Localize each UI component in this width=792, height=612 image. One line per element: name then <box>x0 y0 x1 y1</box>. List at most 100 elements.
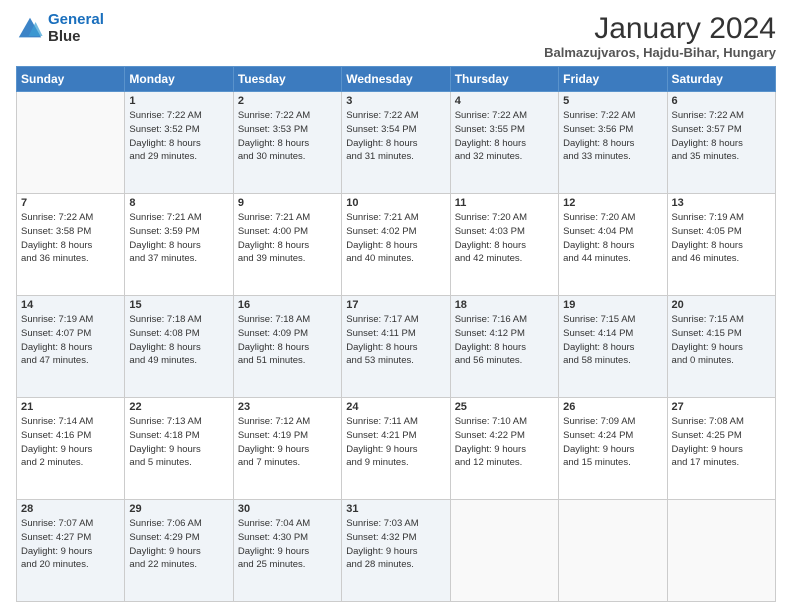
day-header-wednesday: Wednesday <box>342 67 450 92</box>
day-number: 5 <box>563 95 662 107</box>
day-info: Sunrise: 7:11 AMSunset: 4:21 PMDaylight:… <box>346 415 445 470</box>
day-info: Sunrise: 7:22 AMSunset: 3:58 PMDaylight:… <box>21 211 120 266</box>
week-row-2: 14 Sunrise: 7:19 AMSunset: 4:07 PMDaylig… <box>17 296 776 398</box>
logo-line2: Blue <box>48 29 104 46</box>
day-number: 27 <box>672 401 771 413</box>
day-info: Sunrise: 7:07 AMSunset: 4:27 PMDaylight:… <box>21 517 120 572</box>
calendar-cell: 22 Sunrise: 7:13 AMSunset: 4:18 PMDaylig… <box>125 398 233 500</box>
day-info: Sunrise: 7:14 AMSunset: 4:16 PMDaylight:… <box>21 415 120 470</box>
calendar-cell: 14 Sunrise: 7:19 AMSunset: 4:07 PMDaylig… <box>17 296 125 398</box>
day-info: Sunrise: 7:22 AMSunset: 3:56 PMDaylight:… <box>563 109 662 164</box>
day-number: 10 <box>346 197 445 209</box>
day-info: Sunrise: 7:22 AMSunset: 3:52 PMDaylight:… <box>129 109 228 164</box>
calendar-cell: 31 Sunrise: 7:03 AMSunset: 4:32 PMDaylig… <box>342 500 450 602</box>
week-row-3: 21 Sunrise: 7:14 AMSunset: 4:16 PMDaylig… <box>17 398 776 500</box>
calendar-cell <box>667 500 775 602</box>
calendar-header-row: SundayMondayTuesdayWednesdayThursdayFrid… <box>17 67 776 92</box>
day-info: Sunrise: 7:15 AMSunset: 4:14 PMDaylight:… <box>563 313 662 368</box>
day-number: 31 <box>346 503 445 515</box>
day-header-saturday: Saturday <box>667 67 775 92</box>
day-number: 30 <box>238 503 337 515</box>
day-info: Sunrise: 7:21 AMSunset: 3:59 PMDaylight:… <box>129 211 228 266</box>
calendar-cell: 4 Sunrise: 7:22 AMSunset: 3:55 PMDayligh… <box>450 92 558 194</box>
day-number: 4 <box>455 95 554 107</box>
day-info: Sunrise: 7:20 AMSunset: 4:03 PMDaylight:… <box>455 211 554 266</box>
day-info: Sunrise: 7:20 AMSunset: 4:04 PMDaylight:… <box>563 211 662 266</box>
calendar-cell: 3 Sunrise: 7:22 AMSunset: 3:54 PMDayligh… <box>342 92 450 194</box>
calendar-cell: 23 Sunrise: 7:12 AMSunset: 4:19 PMDaylig… <box>233 398 341 500</box>
day-number: 8 <box>129 197 228 209</box>
calendar-cell: 1 Sunrise: 7:22 AMSunset: 3:52 PMDayligh… <box>125 92 233 194</box>
day-info: Sunrise: 7:22 AMSunset: 3:57 PMDaylight:… <box>672 109 771 164</box>
day-number: 16 <box>238 299 337 311</box>
day-number: 24 <box>346 401 445 413</box>
day-number: 2 <box>238 95 337 107</box>
week-row-0: 1 Sunrise: 7:22 AMSunset: 3:52 PMDayligh… <box>17 92 776 194</box>
day-info: Sunrise: 7:19 AMSunset: 4:05 PMDaylight:… <box>672 211 771 266</box>
month-title: January 2024 <box>544 12 776 45</box>
calendar-cell: 19 Sunrise: 7:15 AMSunset: 4:14 PMDaylig… <box>559 296 667 398</box>
day-number: 14 <box>21 299 120 311</box>
calendar-cell: 12 Sunrise: 7:20 AMSunset: 4:04 PMDaylig… <box>559 194 667 296</box>
week-row-1: 7 Sunrise: 7:22 AMSunset: 3:58 PMDayligh… <box>17 194 776 296</box>
day-header-thursday: Thursday <box>450 67 558 92</box>
calendar-cell: 5 Sunrise: 7:22 AMSunset: 3:56 PMDayligh… <box>559 92 667 194</box>
day-number: 3 <box>346 95 445 107</box>
calendar-table: SundayMondayTuesdayWednesdayThursdayFrid… <box>16 66 776 602</box>
calendar-cell: 10 Sunrise: 7:21 AMSunset: 4:02 PMDaylig… <box>342 194 450 296</box>
calendar-cell: 8 Sunrise: 7:21 AMSunset: 3:59 PMDayligh… <box>125 194 233 296</box>
day-number: 18 <box>455 299 554 311</box>
day-number: 19 <box>563 299 662 311</box>
logo-icon <box>16 15 44 43</box>
day-info: Sunrise: 7:06 AMSunset: 4:29 PMDaylight:… <box>129 517 228 572</box>
day-info: Sunrise: 7:22 AMSunset: 3:54 PMDaylight:… <box>346 109 445 164</box>
calendar-cell <box>450 500 558 602</box>
day-info: Sunrise: 7:12 AMSunset: 4:19 PMDaylight:… <box>238 415 337 470</box>
day-header-sunday: Sunday <box>17 67 125 92</box>
day-info: Sunrise: 7:04 AMSunset: 4:30 PMDaylight:… <box>238 517 337 572</box>
calendar-cell: 11 Sunrise: 7:20 AMSunset: 4:03 PMDaylig… <box>450 194 558 296</box>
calendar-cell: 30 Sunrise: 7:04 AMSunset: 4:30 PMDaylig… <box>233 500 341 602</box>
day-number: 1 <box>129 95 228 107</box>
day-info: Sunrise: 7:13 AMSunset: 4:18 PMDaylight:… <box>129 415 228 470</box>
calendar-cell: 29 Sunrise: 7:06 AMSunset: 4:29 PMDaylig… <box>125 500 233 602</box>
calendar-cell <box>559 500 667 602</box>
calendar-cell: 7 Sunrise: 7:22 AMSunset: 3:58 PMDayligh… <box>17 194 125 296</box>
day-info: Sunrise: 7:21 AMSunset: 4:00 PMDaylight:… <box>238 211 337 266</box>
day-number: 11 <box>455 197 554 209</box>
calendar-cell <box>17 92 125 194</box>
logo: General Blue <box>16 12 104 45</box>
day-header-friday: Friday <box>559 67 667 92</box>
day-info: Sunrise: 7:22 AMSunset: 3:53 PMDaylight:… <box>238 109 337 164</box>
calendar-cell: 27 Sunrise: 7:08 AMSunset: 4:25 PMDaylig… <box>667 398 775 500</box>
calendar-cell: 6 Sunrise: 7:22 AMSunset: 3:57 PMDayligh… <box>667 92 775 194</box>
day-info: Sunrise: 7:16 AMSunset: 4:12 PMDaylight:… <box>455 313 554 368</box>
calendar-cell: 18 Sunrise: 7:16 AMSunset: 4:12 PMDaylig… <box>450 296 558 398</box>
day-header-monday: Monday <box>125 67 233 92</box>
calendar-cell: 28 Sunrise: 7:07 AMSunset: 4:27 PMDaylig… <box>17 500 125 602</box>
day-info: Sunrise: 7:18 AMSunset: 4:09 PMDaylight:… <box>238 313 337 368</box>
calendar-cell: 15 Sunrise: 7:18 AMSunset: 4:08 PMDaylig… <box>125 296 233 398</box>
location: Balmazujvaros, Hajdu-Bihar, Hungary <box>544 45 776 60</box>
day-number: 13 <box>672 197 771 209</box>
calendar-cell: 17 Sunrise: 7:17 AMSunset: 4:11 PMDaylig… <box>342 296 450 398</box>
day-info: Sunrise: 7:18 AMSunset: 4:08 PMDaylight:… <box>129 313 228 368</box>
day-info: Sunrise: 7:19 AMSunset: 4:07 PMDaylight:… <box>21 313 120 368</box>
title-block: January 2024 Balmazujvaros, Hajdu-Bihar,… <box>544 12 776 60</box>
day-number: 9 <box>238 197 337 209</box>
day-number: 20 <box>672 299 771 311</box>
calendar-cell: 26 Sunrise: 7:09 AMSunset: 4:24 PMDaylig… <box>559 398 667 500</box>
day-number: 21 <box>21 401 120 413</box>
calendar-cell: 21 Sunrise: 7:14 AMSunset: 4:16 PMDaylig… <box>17 398 125 500</box>
header: General Blue January 2024 Balmazujvaros,… <box>16 12 776 60</box>
day-number: 28 <box>21 503 120 515</box>
day-number: 15 <box>129 299 228 311</box>
day-info: Sunrise: 7:09 AMSunset: 4:24 PMDaylight:… <box>563 415 662 470</box>
day-number: 17 <box>346 299 445 311</box>
calendar-cell: 9 Sunrise: 7:21 AMSunset: 4:00 PMDayligh… <box>233 194 341 296</box>
week-row-4: 28 Sunrise: 7:07 AMSunset: 4:27 PMDaylig… <box>17 500 776 602</box>
day-number: 12 <box>563 197 662 209</box>
day-number: 26 <box>563 401 662 413</box>
day-number: 23 <box>238 401 337 413</box>
day-info: Sunrise: 7:10 AMSunset: 4:22 PMDaylight:… <box>455 415 554 470</box>
